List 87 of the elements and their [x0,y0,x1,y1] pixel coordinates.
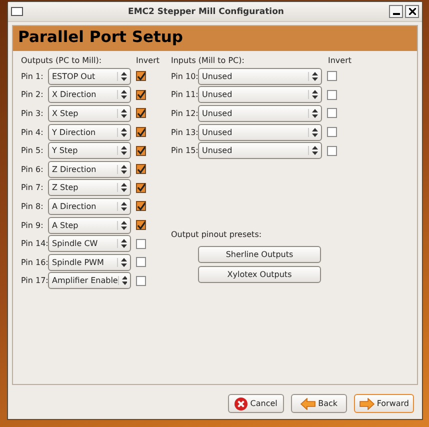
left-arrow-icon [300,398,316,410]
pin-label: Pin 17: [21,276,47,286]
pin-label: Pin 9: [21,220,44,230]
section-heading: Inputs (Mill to PC): [171,56,246,65]
pin-dropdown[interactable]: X Step [48,104,131,122]
pin-label: Pin 11: [171,90,197,100]
invert-checkbox[interactable] [136,108,146,118]
right-arrow-icon [358,398,375,410]
invert-checkbox[interactable] [327,146,337,156]
pin-label: Pin 7: [21,183,44,192]
invert-checkbox[interactable] [136,71,146,82]
pin-dropdown[interactable]: Z Step [48,179,131,196]
page-header: Parallel Port Setup [13,26,417,51]
spinner-arrows-icon [308,128,318,137]
window-menu-icon[interactable] [11,7,23,16]
pin-dropdown[interactable]: ESTOP Out [48,68,131,85]
spinner-arrows-icon [117,239,127,248]
presets-label: Output pinout presets: [171,230,263,241]
preset-button[interactable]: Sherline Outputs [198,246,321,263]
pin-label: Pin 14: [21,239,47,248]
pin-dropdown[interactable]: Unused [198,124,322,141]
spinner-arrows-icon [117,164,127,174]
spinner-arrows-icon [117,128,127,137]
spinner-arrows-icon [117,258,127,267]
spinner-arrows-icon [308,108,318,118]
pin-label: Pin 16: [21,258,47,267]
window-title: EMC2 Stepper Mill Configuration [127,6,285,16]
invert-checkbox[interactable] [136,164,146,174]
spinner-arrows-icon [118,276,127,286]
invert-checkbox[interactable] [136,238,146,249]
forward-button[interactable]: Forward [354,394,414,413]
pin-label: Pin 13: [171,128,197,137]
invert-checkbox[interactable] [136,276,146,286]
minimize-button[interactable] [389,5,403,18]
pin-dropdown[interactable]: Y Direction [48,124,131,141]
invert-checkbox[interactable] [327,108,337,118]
pin-dropdown[interactable]: Unused [198,68,322,85]
invert-checkbox[interactable] [136,90,146,100]
invert-checkbox[interactable] [136,127,146,138]
spinner-arrows-icon [308,146,318,156]
spinner-arrows-icon [117,146,127,156]
close-button[interactable] [405,5,419,18]
back-button[interactable]: Back [290,394,347,413]
invert-checkbox[interactable] [136,257,146,268]
pin-dropdown[interactable]: Spindle PWM [48,254,131,271]
spinner-arrows-icon [117,220,127,230]
pin-dropdown[interactable]: Y Step [48,142,131,160]
invert-heading: Invert [328,56,352,65]
cancel-icon [234,396,248,410]
invert-heading: Invert [136,56,160,65]
pin-label: Pin 6: [21,164,44,174]
pin-dropdown[interactable]: A Step [48,216,131,234]
pin-label: Pin 3: [21,108,44,118]
pin-dropdown[interactable]: Unused [198,104,322,122]
invert-checkbox[interactable] [327,71,337,82]
pin-label: Pin 2: [21,90,44,100]
pin-label: Pin 12: [171,108,197,118]
spinner-arrows-icon [308,90,318,100]
pin-dropdown[interactable]: Unused [198,142,322,160]
spinner-arrows-icon [117,183,127,192]
pin-label: Pin 4: [21,128,44,137]
pin-dropdown[interactable]: A Direction [48,198,131,215]
cancel-button[interactable]: Cancel [228,394,284,413]
pin-label: Pin 8: [21,202,44,211]
spinner-arrows-icon [308,72,318,81]
invert-checkbox[interactable] [136,220,146,230]
pin-label: Pin 10: [171,72,197,81]
spinner-arrows-icon [117,108,127,118]
invert-checkbox[interactable] [327,127,337,138]
close-icon [408,8,416,15]
spinner-arrows-icon [117,90,127,100]
pin-dropdown[interactable]: Amplifier Enable [48,272,131,290]
preset-button[interactable]: Xylotex Outputs [198,266,321,283]
invert-checkbox[interactable] [136,146,146,156]
pin-label: Pin 1: [21,72,44,81]
pin-dropdown[interactable]: X Direction [48,86,131,104]
pin-label: Pin 15: [171,146,197,156]
pin-label: Pin 5: [21,146,44,156]
section-heading: Outputs (PC to Mill): [21,56,103,65]
spinner-arrows-icon [117,72,127,81]
invert-checkbox[interactable] [136,182,146,193]
spinner-arrows-icon [117,202,127,211]
pin-dropdown[interactable]: Z Direction [48,160,131,178]
invert-checkbox[interactable] [136,201,146,212]
invert-checkbox[interactable] [327,90,337,100]
pin-dropdown[interactable]: Spindle CW [48,235,131,252]
pin-dropdown[interactable]: Unused [198,86,322,104]
